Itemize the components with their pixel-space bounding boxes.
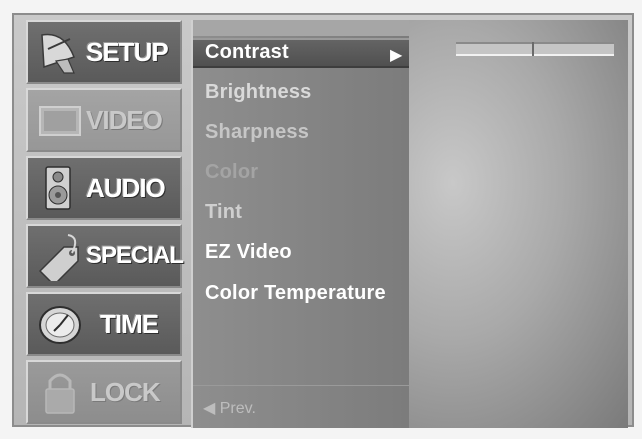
category-label: TIME bbox=[100, 308, 159, 339]
category-label: AUDIO bbox=[86, 172, 166, 203]
contrast-slider-marker[interactable] bbox=[532, 42, 534, 56]
speaker-icon bbox=[34, 163, 86, 213]
tag-icon bbox=[34, 231, 86, 287]
category-label: VIDEO bbox=[86, 104, 163, 135]
menu-item-color-temperature[interactable]: Color Temperature bbox=[205, 282, 386, 305]
tv-screen-icon bbox=[34, 95, 86, 145]
submenu-divider bbox=[193, 385, 411, 386]
category-label: SETUP bbox=[86, 36, 169, 67]
padlock-icon bbox=[34, 367, 86, 417]
menu-item-color[interactable]: Color bbox=[205, 161, 258, 184]
category-audio[interactable]: AUDIO bbox=[26, 156, 182, 220]
category-video[interactable]: VIDEO bbox=[26, 88, 182, 152]
category-lock[interactable]: LOCK bbox=[26, 360, 182, 424]
category-setup[interactable]: SETUP bbox=[26, 20, 182, 84]
category-label: LOCK bbox=[90, 376, 161, 407]
category-special[interactable]: SPECIAL bbox=[26, 224, 184, 288]
category-label: SPECIAL bbox=[86, 242, 184, 269]
menu-item-contrast[interactable]: Contrast bbox=[205, 41, 289, 64]
contrast-slider-track[interactable] bbox=[456, 42, 614, 56]
clock-icon bbox=[34, 299, 86, 349]
preview-panel bbox=[409, 20, 628, 428]
prev-button[interactable]: ◀ Prev. bbox=[203, 398, 256, 418]
satellite-dish-icon bbox=[34, 27, 86, 77]
category-time[interactable]: TIME bbox=[26, 292, 182, 356]
category-column: SETUP VIDEO AUDIO SPECIAL TIME LOCK bbox=[26, 20, 184, 430]
video-submenu: ▶ Contrast Brightness Sharpness Color Ti… bbox=[191, 20, 425, 428]
menu-item-brightness[interactable]: Brightness bbox=[205, 81, 311, 104]
menu-item-tint[interactable]: Tint bbox=[205, 201, 242, 224]
submenu-arrow-icon: ▶ bbox=[390, 47, 403, 64]
submenu-top-strip bbox=[193, 20, 411, 36]
menu-item-ez-video[interactable]: EZ Video bbox=[205, 241, 292, 264]
menu-item-sharpness[interactable]: Sharpness bbox=[205, 121, 309, 144]
